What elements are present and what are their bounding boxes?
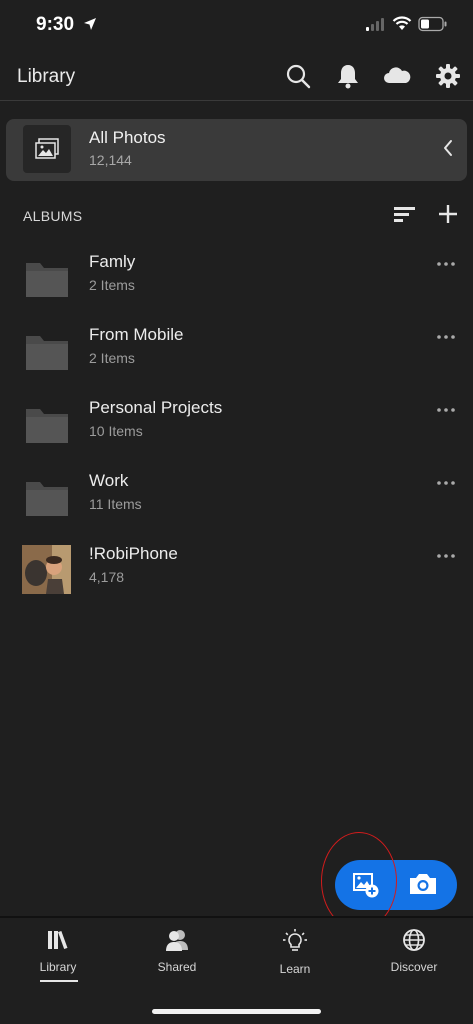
tab-discover[interactable]: Discover bbox=[364, 928, 464, 988]
chevron-left-icon[interactable] bbox=[443, 139, 453, 157]
album-name: From Mobile bbox=[89, 325, 184, 344]
tab-learn[interactable]: Learn bbox=[245, 928, 345, 988]
more-options-icon[interactable] bbox=[436, 406, 456, 414]
album-row[interactable]: !RobiPhone 4,178 bbox=[0, 532, 473, 604]
all-photos-count: 12,144 bbox=[89, 152, 132, 168]
more-options-icon[interactable] bbox=[436, 552, 456, 560]
album-count: 11 Items bbox=[89, 496, 142, 512]
folder-icon bbox=[26, 482, 68, 516]
tab-label: Library bbox=[39, 960, 77, 974]
tab-shared[interactable]: Shared bbox=[127, 928, 227, 988]
folder-icon bbox=[26, 336, 68, 370]
add-album-plus-icon[interactable] bbox=[437, 203, 459, 225]
camera-icon[interactable] bbox=[408, 871, 438, 897]
library-icon bbox=[48, 930, 68, 950]
album-name: !RobiPhone bbox=[89, 544, 178, 563]
albums-header: ALBUMS bbox=[0, 198, 473, 232]
folder-icon bbox=[26, 263, 68, 297]
album-count: 4,178 bbox=[89, 569, 125, 585]
album-count: 2 Items bbox=[89, 350, 135, 366]
more-options-icon[interactable] bbox=[436, 260, 456, 268]
more-options-icon[interactable] bbox=[436, 333, 456, 341]
album-row[interactable]: From Mobile 2 Items bbox=[0, 313, 473, 385]
album-photo-thumbnail bbox=[22, 545, 71, 594]
tab-label: Learn bbox=[279, 962, 311, 976]
tab-label: Discover bbox=[390, 960, 438, 974]
learn-lightbulb-icon bbox=[283, 929, 307, 951]
cellular-signal-icon bbox=[366, 18, 384, 31]
discover-globe-icon bbox=[403, 929, 425, 951]
all-photos-thumbnail bbox=[23, 125, 71, 173]
status-bar: 9:30 bbox=[0, 0, 473, 50]
header-divider bbox=[0, 100, 473, 101]
folder-icon bbox=[26, 409, 68, 443]
tab-label: Shared bbox=[157, 960, 197, 974]
status-time: 9:30 bbox=[36, 14, 75, 35]
album-name: Personal Projects bbox=[89, 398, 223, 417]
cloud-sync-icon[interactable] bbox=[382, 62, 412, 90]
active-tab-indicator bbox=[40, 980, 78, 982]
more-options-icon[interactable] bbox=[436, 479, 456, 487]
all-photos-row[interactable]: All Photos 12,144 bbox=[6, 119, 467, 181]
wifi-icon bbox=[392, 16, 412, 30]
album-row[interactable]: Famly 2 Items bbox=[0, 240, 473, 312]
sort-icon[interactable] bbox=[393, 204, 417, 224]
album-row[interactable]: Work 11 Items bbox=[0, 459, 473, 531]
app-header: Library bbox=[0, 52, 473, 100]
page-title: Library bbox=[17, 66, 76, 87]
search-icon[interactable] bbox=[284, 62, 312, 90]
album-name: Famly bbox=[89, 252, 136, 271]
notifications-bell-icon[interactable] bbox=[334, 62, 362, 90]
album-name: Work bbox=[89, 471, 129, 490]
tab-library[interactable]: Library bbox=[8, 928, 108, 988]
album-row[interactable]: Personal Projects 10 Items bbox=[0, 386, 473, 458]
shared-icon bbox=[166, 930, 188, 951]
settings-gear-icon[interactable] bbox=[434, 62, 462, 90]
all-photos-title: All Photos bbox=[89, 128, 166, 147]
albums-heading: ALBUMS bbox=[23, 208, 83, 224]
album-count: 10 Items bbox=[89, 423, 143, 439]
album-count: 2 Items bbox=[89, 277, 135, 293]
home-indicator[interactable] bbox=[152, 1009, 321, 1014]
location-arrow-icon bbox=[84, 18, 96, 30]
photo-stack-icon bbox=[35, 138, 59, 159]
battery-icon bbox=[418, 16, 447, 32]
